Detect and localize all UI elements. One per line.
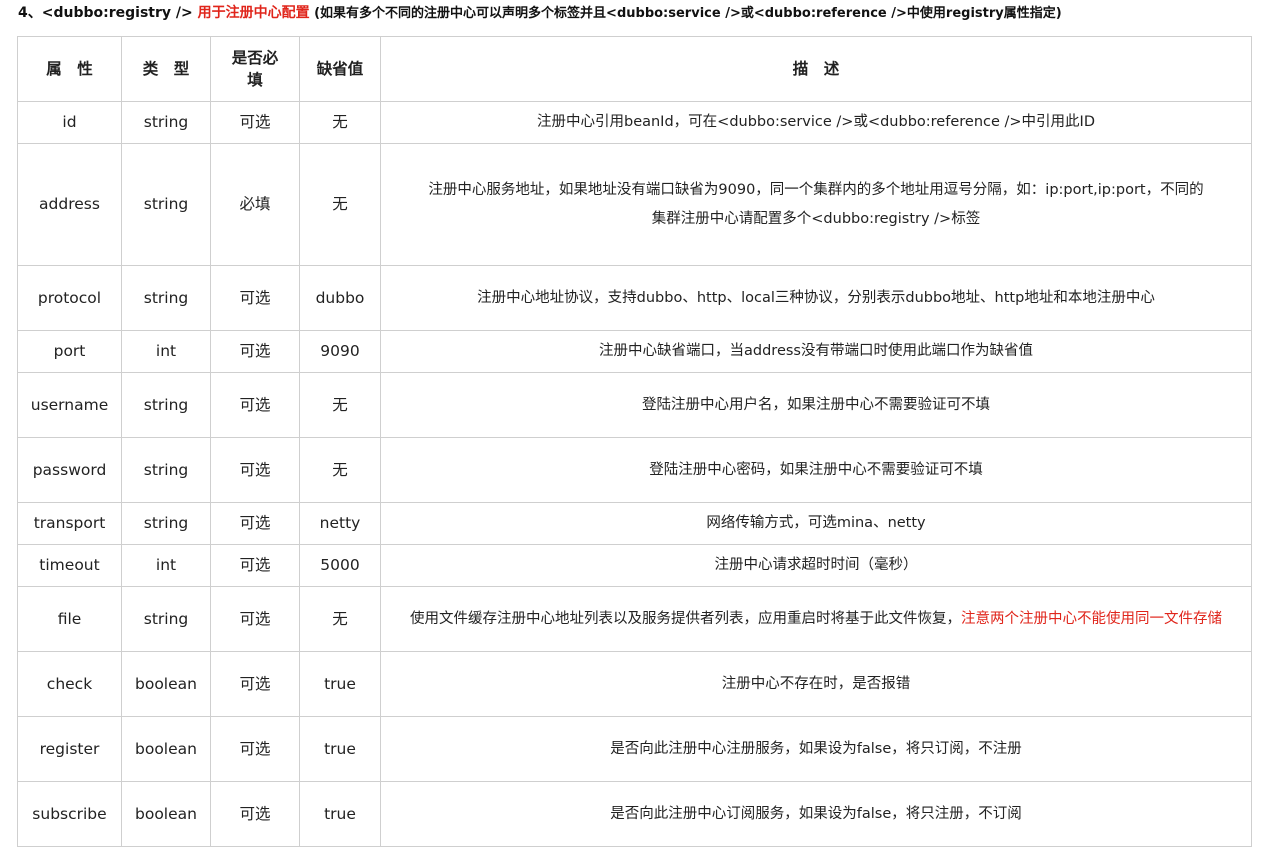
row-required: 可选 [210,101,300,144]
row-default: 无 [299,143,381,266]
row-default: 无 [299,101,381,144]
row-name: timeout [17,544,122,587]
header-description: 描 述 [380,36,1252,102]
row-type: string [121,586,211,652]
row-default: true [299,781,381,847]
row-required: 可选 [210,330,300,373]
row-description: 注册中心地址协议，支持dubbo、http、local三种协议，分别表示dubb… [380,265,1252,331]
header-type: 类 型 [121,36,211,102]
table-row: address string 必填 无 注册中心服务地址，如果地址没有端口缺省为… [17,143,1252,266]
description-line: 集群注册中心请配置多个<dubbo:registry />标签 [651,211,981,227]
row-required: 可选 [210,372,300,438]
row-default: netty [299,502,381,545]
row-name: transport [17,502,122,545]
row-default: 9090 [299,330,381,373]
row-description: 是否向此注册中心注册服务，如果设为false，将只订阅，不注册 [380,716,1252,782]
row-name: subscribe [17,781,122,847]
description-text: 使用文件缓存注册中心地址列表以及服务提供者列表，应用重启时将基于此文件恢复， [410,610,961,627]
table-row: check boolean 可选 true 注册中心不存在时，是否报错 [17,651,1252,717]
row-default: 无 [299,437,381,503]
table-row: timeout int 可选 5000 注册中心请求超时时间（毫秒） [17,544,1252,587]
row-description: 注册中心请求超时时间（毫秒） [380,544,1252,587]
table-row: password string 可选 无 登陆注册中心密码，如果注册中心不需要验… [17,437,1252,503]
table-row: id string 可选 无 注册中心引用beanId，可在<dubbo:ser… [17,101,1252,144]
row-description: 注册中心引用beanId，可在<dubbo:service />或<dubbo:… [380,101,1252,144]
row-name: protocol [17,265,122,331]
row-description: 注册中心缺省端口，当address没有带端口时使用此端口作为缺省值 [380,330,1252,373]
row-description: 注册中心服务地址，如果地址没有端口缺省为9090，同一个集群内的多个地址用逗号分… [380,143,1252,266]
table-row: protocol string 可选 dubbo 注册中心地址协议，支持dubb… [17,265,1252,331]
row-default: 5000 [299,544,381,587]
row-name: address [17,143,122,266]
row-required: 可选 [210,265,300,331]
row-type: boolean [121,651,211,717]
table-row: subscribe boolean 可选 true 是否向此注册中心订阅服务，如… [17,781,1252,847]
description-warning: 注意两个注册中心不能使用同一文件存储 [961,610,1222,627]
row-description: 网络传输方式，可选mina、netty [380,502,1252,545]
row-name: check [17,651,122,717]
row-type: string [121,437,211,503]
row-required: 可选 [210,586,300,652]
row-required: 可选 [210,502,300,545]
row-name: file [17,586,122,652]
row-name: username [17,372,122,438]
row-description: 使用文件缓存注册中心地址列表以及服务提供者列表，应用重启时将基于此文件恢复，注意… [380,586,1252,652]
table-row: port int 可选 9090 注册中心缺省端口，当address没有带端口时… [17,330,1252,373]
row-type: boolean [121,716,211,782]
row-type: boolean [121,781,211,847]
row-description: 注册中心不存在时，是否报错 [380,651,1252,717]
heading-prefix: 4、<dubbo:registry /> [18,5,198,21]
row-description: 登陆注册中心密码，如果注册中心不需要验证可不填 [380,437,1252,503]
heading-note: (如果有多个不同的注册中心可以声明多个标签并且<dubbo:service />… [309,6,1062,21]
row-type: int [121,544,211,587]
row-name: port [17,330,122,373]
row-name: password [17,437,122,503]
row-default: true [299,716,381,782]
row-default: true [299,651,381,717]
row-type: string [121,372,211,438]
table-header-row: 属 性 类 型 是否必填 缺省值 描 述 [17,36,1252,102]
row-type: string [121,143,211,266]
row-required: 可选 [210,437,300,503]
row-required: 可选 [210,716,300,782]
header-default: 缺省值 [299,36,381,102]
header-name: 属 性 [17,36,122,102]
table-row: transport string 可选 netty 网络传输方式，可选mina、… [17,502,1252,545]
header-required: 是否必填 [210,36,300,102]
description-line: 注册中心服务地址，如果地址没有端口缺省为9090，同一个集群内的多个地址用逗号分… [428,181,1204,198]
table-row: file string 可选 无 使用文件缓存注册中心地址列表以及服务提供者列表… [17,586,1252,652]
row-type: string [121,101,211,144]
section-heading: 4、<dubbo:registry /> 用于注册中心配置 (如果有多个不同的注… [18,3,1263,24]
row-name: register [17,716,122,782]
row-name: id [17,101,122,144]
row-required: 可选 [210,651,300,717]
row-type: string [121,265,211,331]
row-default: 无 [299,372,381,438]
row-type: string [121,502,211,545]
row-description: 登陆注册中心用户名，如果注册中心不需要验证可不填 [380,372,1252,438]
heading-highlight: 用于注册中心配置 [197,5,310,21]
table-row: username string 可选 无 登陆注册中心用户名，如果注册中心不需要… [17,372,1252,438]
registry-attributes-table: 属 性 类 型 是否必填 缺省值 描 述 id string 可选 无 注册中心… [17,36,1252,847]
row-required: 可选 [210,781,300,847]
row-default: 无 [299,586,381,652]
row-required: 必填 [210,143,300,266]
row-description: 是否向此注册中心订阅服务，如果设为false，将只注册，不订阅 [380,781,1252,847]
row-type: int [121,330,211,373]
table-row: register boolean 可选 true 是否向此注册中心注册服务，如果… [17,716,1252,782]
row-default: dubbo [299,265,381,331]
row-required: 可选 [210,544,300,587]
